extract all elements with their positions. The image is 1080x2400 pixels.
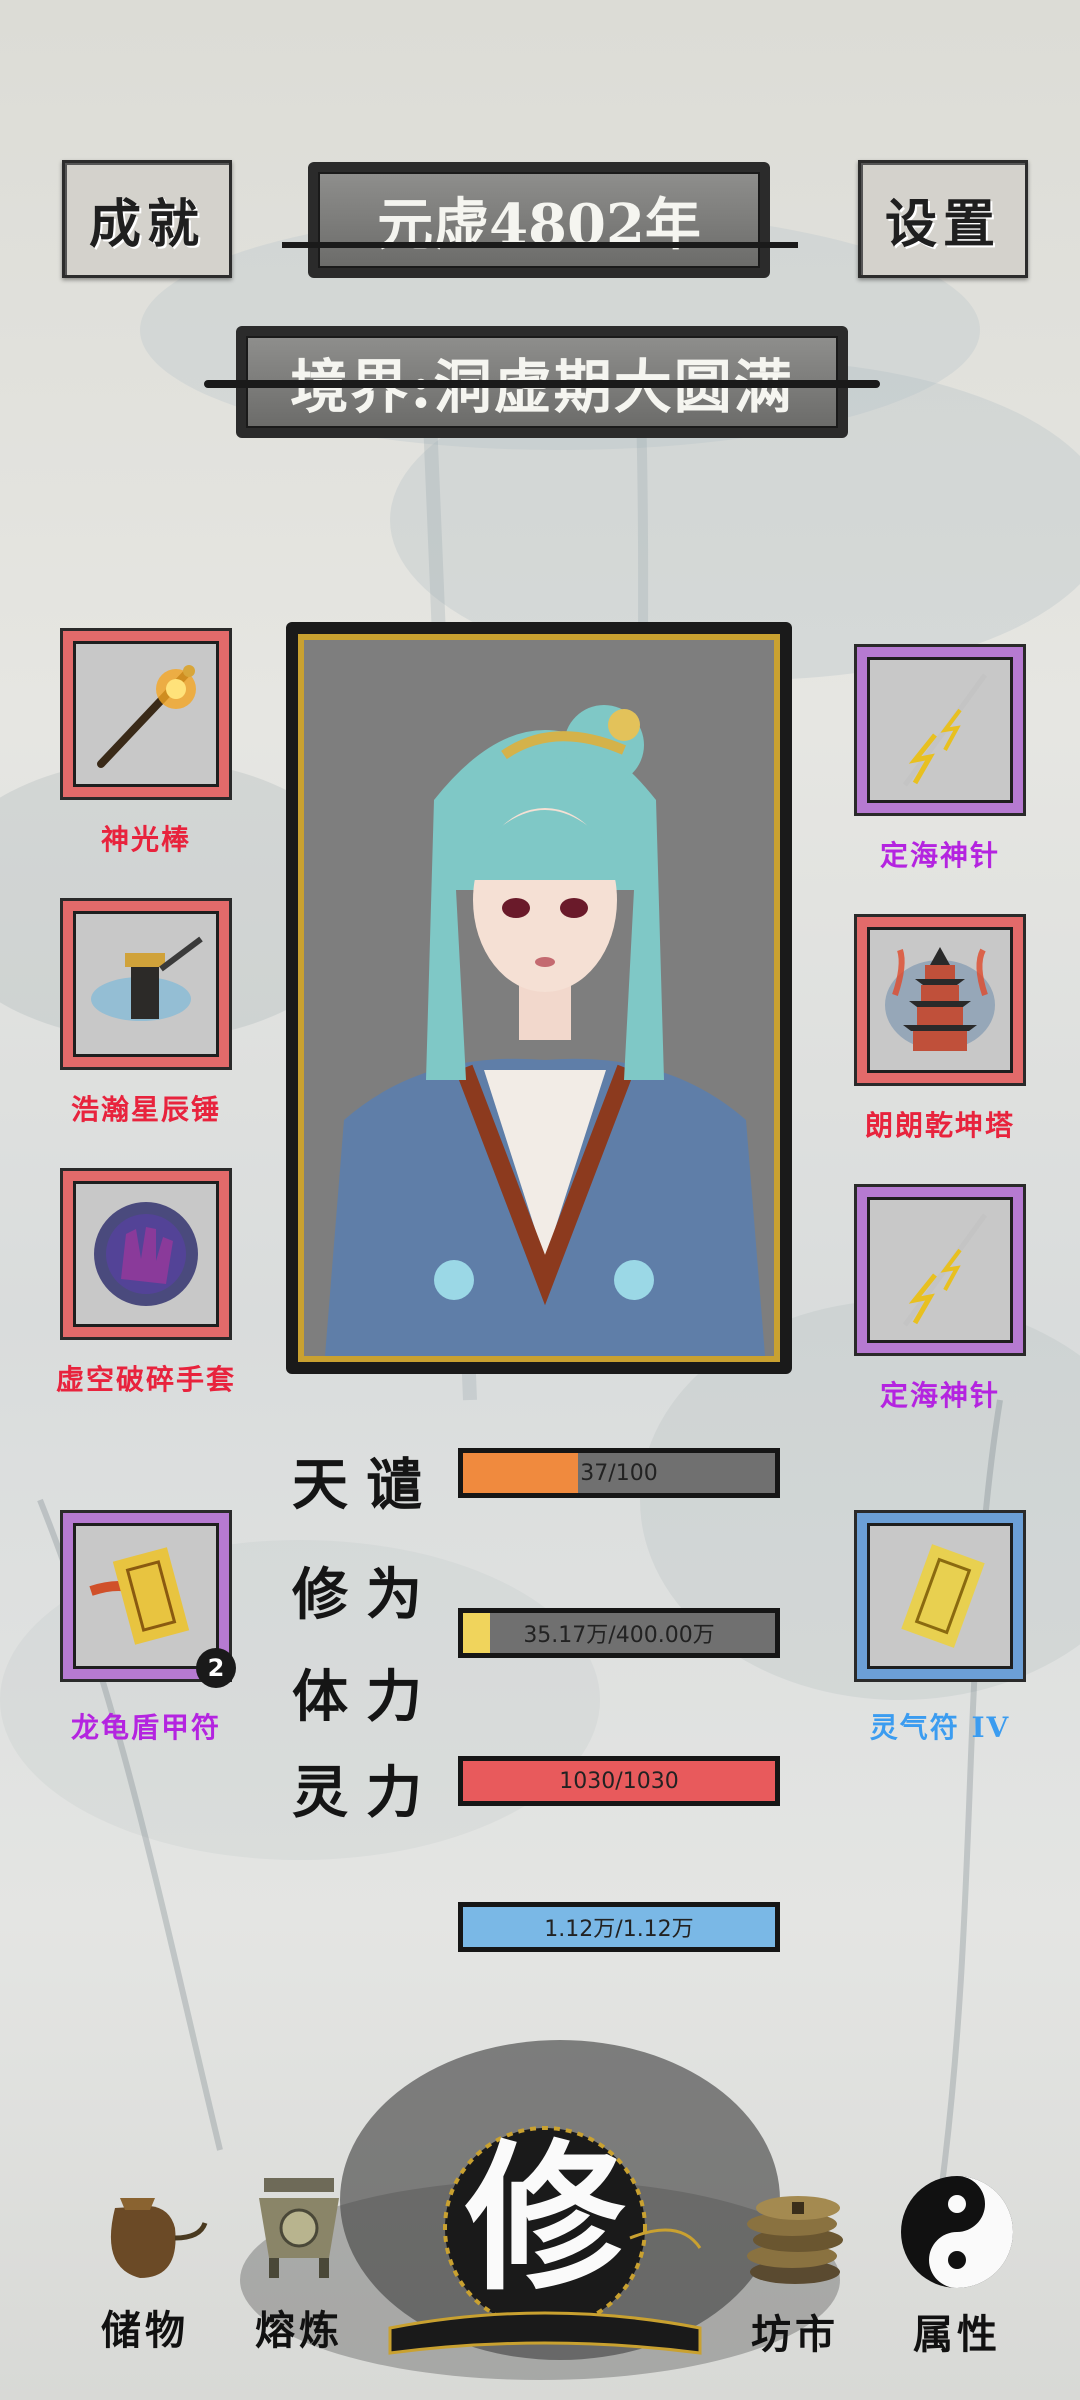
stat-value-spirit: 1.12万/1.12万 [544,1917,694,1942]
year-banner-rod [282,242,798,248]
talisman-label-left: 龙龟盾甲符 [70,1711,221,1744]
settings-label: 设置 [884,193,1001,255]
stat-bar-heavenly-punishment: 37/100 [458,1448,780,1498]
stat-value-stamina: 1030/1030 [559,1768,679,1794]
talisman-count-badge: 2 [196,1648,236,1688]
lightning-spear-icon [867,657,1013,803]
talisman-slot-right[interactable] [854,1510,1026,1682]
equip-slot-right-3[interactable] [854,1184,1026,1356]
stat-value-heavenly-punishment: 37/100 [580,1460,658,1486]
talisman-label-right: 灵气符 IV [869,1711,1011,1744]
equip-slot-left-1[interactable] [60,628,232,800]
talisman-icon [73,1523,219,1669]
equip-slot-left-2[interactable] [60,898,232,1070]
nav-attributes[interactable]: 属性 [882,2172,1032,2360]
year-banner: 元虚4802年 [308,162,770,278]
stat-label-cultivation: 修为 [292,1562,440,1628]
staff-icon [73,641,219,787]
equip-label-left-2: 浩瀚星辰锤 [70,1093,221,1126]
equip-label-left-1: 神光棒 [100,823,191,856]
equip-label-left-3: 虚空破碎手套 [55,1363,236,1396]
gauntlet-icon [73,1181,219,1327]
nav-market-label: 坊市 [751,2311,839,2358]
hammer-icon [73,911,219,1057]
cultivate-label: 修 [464,2124,625,2312]
character-portrait-frame[interactable] [286,622,792,1374]
stat-label-heavenly-punishment: 天谴 [292,1452,440,1518]
equip-label-right-2: 朗朗乾坤塔 [864,1109,1015,1142]
nav-smelt[interactable]: 熔炼 [224,2168,374,2356]
nav-storage[interactable]: 储物 [70,2168,220,2356]
nav-attributes-label: 属性 [913,2311,1001,2358]
nav-market[interactable]: 坊市 [720,2172,870,2360]
nav-smelt-label: 熔炼 [255,2307,343,2354]
equip-slot-left-3[interactable] [60,1168,232,1340]
talisman-icon [867,1523,1013,1669]
pouch-icon [110,2198,208,2278]
cultivate-button[interactable]: 修 [380,2118,710,2368]
equip-slot-right-1[interactable] [854,644,1026,816]
character-portrait [304,640,774,1356]
stat-value-cultivation: 35.17万/400.00万 [523,1623,715,1648]
equip-label-right-3: 定海神针 [879,1379,1000,1412]
year-label: 元虚4802年 [377,191,701,258]
stat-label-spirit: 灵力 [292,1760,440,1826]
equip-slot-right-2[interactable] [854,914,1026,1086]
stat-label-stamina: 体力 [292,1664,440,1730]
settings-button[interactable]: 设置 [858,160,1028,278]
stat-bar-spirit: 1.12万/1.12万 [458,1902,780,1952]
cauldron-icon [259,2178,339,2278]
achievements-button[interactable]: 成就 [62,160,232,278]
equip-label-right-1: 定海神针 [879,839,1000,872]
realm-banner-rod [204,380,880,388]
stat-bar-stamina: 1030/1030 [458,1756,780,1806]
nav-storage-label: 储物 [101,2307,189,2354]
lightning-spear-icon [867,1197,1013,1343]
coins-icon [747,2196,843,2284]
yin-yang-icon [901,2176,1013,2288]
stat-bar-cultivation: 35.17万/400.00万 [458,1608,780,1658]
achievements-label: 成就 [88,193,205,255]
pagoda-icon [867,927,1013,1073]
